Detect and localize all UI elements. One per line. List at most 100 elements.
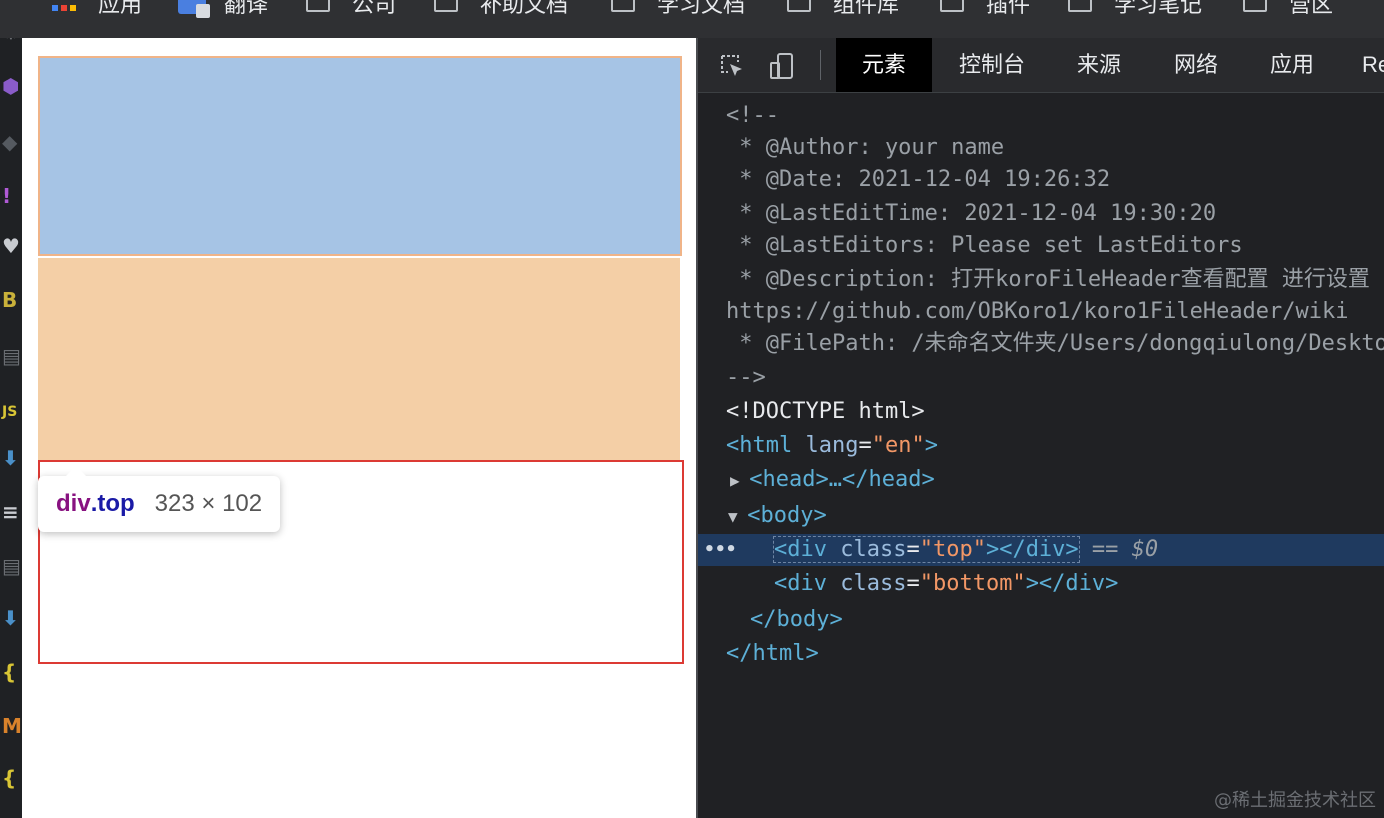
bookmark-folder-plugins[interactable]: 插件 [940, 0, 1030, 18]
dom-tree-line[interactable]: * @FilePath: /未命名文件夹/Users/dongqiulong/D… [698, 328, 1384, 360]
editor-file-icon: JS [2, 404, 18, 420]
dom-tree-line[interactable]: ▼ <body> [698, 500, 1384, 532]
editor-file-icon: ⬇ [2, 446, 19, 470]
dom-tree-line[interactable]: <div class="bottom"></div> [698, 568, 1384, 600]
devtools-panel: 元素控制台来源网络应用Re <!-- * @Author: your name … [696, 38, 1384, 818]
comment-text: * @Description: 打开koroFileHeader查看配置 进行设… [726, 267, 1370, 292]
bookmarks-bar: 应用 翻译 公司 补助文档 学习文档 组件库 插件 学习笔记 营区 [0, 0, 1384, 39]
inspect-tooltip: div .top 323 × 102 [38, 466, 281, 532]
bookmark-folder-docs[interactable]: 补助文档 [434, 0, 568, 18]
editor-file-icons-strip: ⚙ ⬢ ◆! ♥ B ▤ JS ⬇ ≡ ▤ ⬇ {M { [0, 38, 22, 818]
editor-file-icon: ! [2, 184, 12, 208]
div-top-element [38, 56, 682, 256]
folder-icon [611, 0, 635, 12]
dom-tree-line[interactable]: </html> [698, 638, 1384, 670]
editor-file-icon: ⬇ [2, 606, 19, 630]
collapsed-triangle-icon[interactable]: ▶ [730, 471, 749, 490]
div-bottom-element [38, 258, 680, 460]
dom-tree-line[interactable]: ▶ <head>…</head> [698, 464, 1384, 496]
editor-file-icon: ♥ [2, 234, 20, 258]
device-toolbar-icon[interactable] [768, 52, 796, 80]
dom-tree-line[interactable]: https://github.com/OBKoro1/koro1FileHead… [698, 296, 1384, 328]
tag-open: <div [774, 537, 841, 562]
comment-text: * @Date: 2021-12-04 19:26:32 [726, 167, 1111, 192]
dom-tree-line[interactable]: </body> [698, 604, 1384, 636]
bookmark-label: 翻译 [224, 0, 269, 17]
div-element-tag: <div class="bottom"></div> [774, 571, 1118, 596]
more-options-icon[interactable]: ••• [704, 534, 737, 566]
tag-close: ></div> [985, 537, 1079, 562]
editor-file-icon: ≡ [2, 500, 19, 524]
dom-tree-line[interactable]: * @Description: 打开koroFileHeader查看配置 进行设… [698, 264, 1384, 296]
devtools-tab[interactable]: 来源 [1054, 38, 1144, 92]
attr-value: "top" [919, 537, 986, 562]
dom-tree-line[interactable]: * @Author: your name [698, 132, 1384, 164]
folder-icon [434, 0, 458, 12]
folder-icon [940, 0, 964, 12]
expanded-triangle-icon[interactable]: ▼ [728, 507, 747, 526]
comment-text: https://github.com/OBKoro1/koro1FileHead… [726, 299, 1349, 324]
inspect-element-icon[interactable] [718, 52, 746, 80]
bookmark-label: 学习笔记 [1114, 0, 1203, 17]
bookmark-folder-components[interactable]: 组件库 [787, 0, 899, 18]
editor-file-icon: ⬢ [2, 74, 20, 98]
bookmark-folder-camp[interactable]: 营区 [1243, 0, 1333, 18]
bookmark-label: 公司 [352, 0, 397, 17]
dom-tree-line[interactable]: <!DOCTYPE html> [698, 396, 1384, 428]
bookmark-label: 补助文档 [480, 0, 569, 17]
tooltip-size: 323 × 102 [154, 490, 263, 517]
dom-tree-line[interactable]: <html lang="en"> [698, 430, 1384, 462]
apps-grid-icon [52, 0, 78, 13]
tag-close: ></div> [1025, 571, 1119, 596]
attr-value: "en" [871, 433, 925, 458]
doctype-text: <!DOCTYPE html> [726, 399, 925, 424]
comment-text: --> [726, 365, 766, 390]
bookmark-translate[interactable]: 翻译 [178, 0, 268, 18]
bookmark-folder-company[interactable]: 公司 [306, 0, 396, 18]
attr-value: "bottom" [919, 571, 1026, 596]
bookmark-apps[interactable]: 应用 [52, 0, 142, 18]
dom-tree-line[interactable]: * @LastEditTime: 2021-12-04 19:30:20 [698, 198, 1384, 230]
folder-icon [1068, 0, 1092, 12]
bookmark-label: 插件 [986, 0, 1031, 17]
devtools-toolbar: 元素控制台来源网络应用Re [698, 38, 1384, 93]
editor-file-icon: { [2, 766, 17, 790]
bookmark-label: 营区 [1289, 0, 1334, 17]
comment-text: <!-- [726, 103, 779, 128]
translate-icon [178, 0, 210, 18]
tag-open: <html [726, 433, 806, 458]
devtools-tab[interactable]: 控制台 [934, 38, 1050, 92]
devtools-tab[interactable]: 网络 [1148, 38, 1244, 92]
html-close-tag: </html> [726, 641, 819, 666]
dom-tree-line[interactable]: ••• <div class="top"></div> == $0 [698, 534, 1384, 566]
dom-tree-line[interactable]: --> [698, 362, 1384, 394]
editor-file-icon: ▤ [2, 554, 21, 578]
devtools-tab[interactable]: Re [1346, 38, 1384, 92]
devtools-tab[interactable]: 应用 [1246, 38, 1338, 92]
comment-text: * @LastEditTime: 2021-12-04 19:30:20 [726, 201, 1217, 226]
bookmark-folder-notes[interactable]: 学习笔记 [1068, 0, 1202, 18]
comment-text: * @LastEditors: Please set LastEditors [726, 233, 1243, 258]
page-viewport: div .top 323 × 102 [22, 38, 696, 818]
watermark: @稀土掘金技术社区 [1214, 790, 1376, 811]
editor-file-icon: B [2, 288, 18, 312]
comment-text: * @Author: your name [726, 135, 1005, 160]
devtools-tab[interactable]: 元素 [836, 38, 932, 92]
head-tag: <head>…</head> [749, 467, 935, 492]
dom-tree-line[interactable]: * @LastEditors: Please set LastEditors [698, 230, 1384, 262]
bookmark-folder-study[interactable]: 学习文档 [611, 0, 745, 18]
bookmark-label: 应用 [98, 0, 143, 17]
editor-file-icon: ▤ [2, 344, 21, 368]
div-element-tag: <div class="top"></div> [773, 536, 1080, 563]
comment-text: * @FilePath: /未命名文件夹/Users/dongqiulong/D… [726, 331, 1384, 356]
attr-eq: = [906, 571, 920, 596]
bookmark-label: 组件库 [833, 0, 900, 17]
tag-close: > [924, 433, 938, 458]
attr-name: class [840, 537, 907, 562]
tooltip-class: .top [90, 490, 135, 517]
folder-icon [306, 0, 330, 12]
tooltip-tag: div [56, 490, 91, 517]
folder-icon [1243, 0, 1267, 12]
dom-tree-line[interactable]: * @Date: 2021-12-04 19:26:32 [698, 164, 1384, 196]
dom-tree-line[interactable]: <!-- [698, 100, 1384, 132]
